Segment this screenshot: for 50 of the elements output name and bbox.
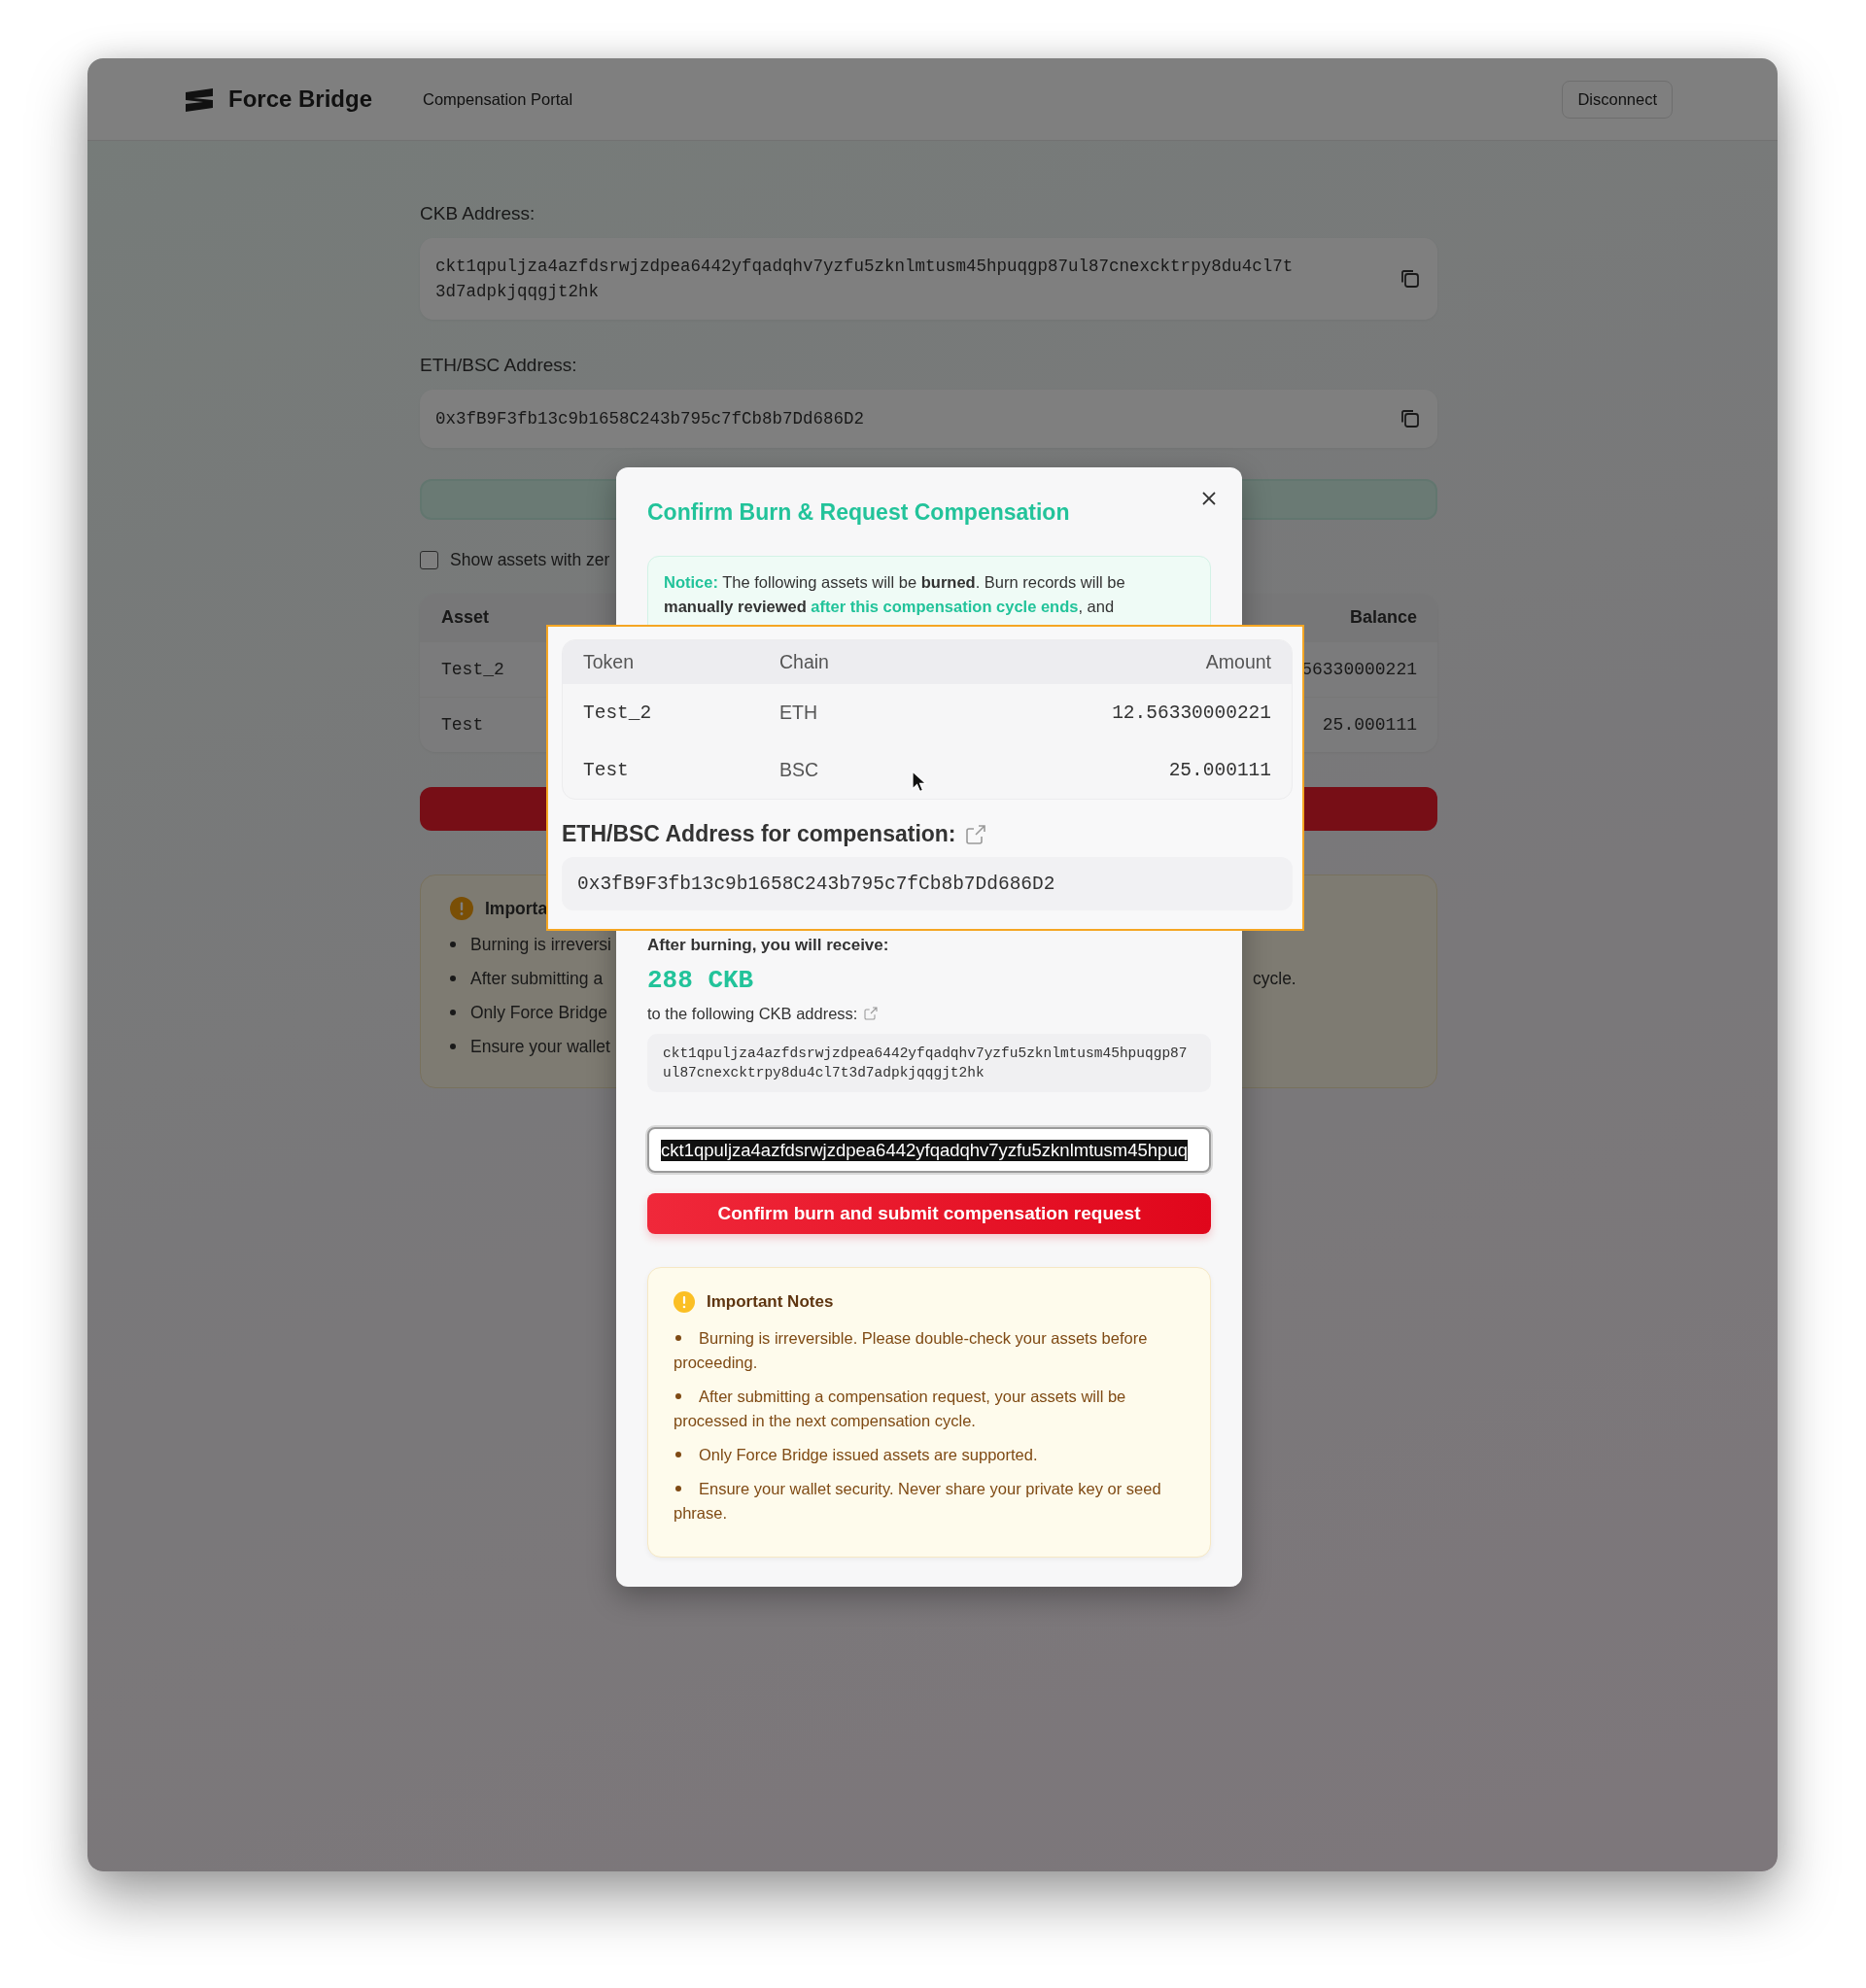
field-label: CKB Address:: [420, 203, 536, 224]
close-icon[interactable]: [1201, 491, 1217, 506]
confirm-button[interactable]: Confirm burn and submit compensation request: [647, 1193, 1211, 1234]
table-cell: 25.000111: [1322, 715, 1417, 735]
nav-link[interactable]: Compensation Portal: [423, 89, 573, 109]
note-text: Only Force Bridge issued assets are supported.: [674, 1443, 1185, 1467]
column-header: Chain: [779, 651, 830, 673]
notice-text: Notice: The following assets will be burned. Burn records will be manually reviewed after this compensation cycle ends, and: [664, 572, 1126, 617]
checkbox[interactable]: [420, 551, 438, 569]
table-cell-text: Test_2: [583, 702, 653, 724]
address-label: to the following CKB address:: [647, 1004, 858, 1024]
external-link-icon[interactable]: [863, 1006, 880, 1021]
column-header: Asset: [441, 607, 490, 628]
receive-label: After burning, you will receive:: [647, 935, 890, 956]
address-field: 0x3fB9F3fb13c9b1658C243b795c7fCb8b7Dd686D2: [562, 857, 1293, 910]
note-text: cycle.: [1253, 969, 1296, 989]
checkbox-label: Show assets with zer: [450, 550, 610, 570]
column-header: Balance: [1349, 607, 1417, 628]
note-text: Burning is irreversible. Please double-check your assets before proceeding.: [674, 1326, 1185, 1375]
address-field: ckt1qpuljza4azfdsrwjzdpea6442yfqadqhv7yzfu5zknlmtusm45hpuqgp87ul87cnexcktrpy8du4cl7t3d7adpkjqqgjt2hk: [647, 1034, 1211, 1092]
address-input-field[interactable]: ckt1qpuljza4azfdsrwjzdpea6442yfqadqhv7yzfu5zknlmtusm45hpuq: [647, 1127, 1211, 1173]
warning-icon: [674, 1291, 695, 1313]
address-field: 0x3fB9F3fb13c9b1658C243b795c7fCb8b7Dd686D2: [420, 390, 1437, 448]
table-cell: 56330000221: [1301, 660, 1417, 679]
pointer-cursor-icon: [912, 771, 927, 794]
field-label: ETH/BSC Address:: [420, 355, 578, 376]
external-link-icon[interactable]: [963, 822, 987, 846]
notes-title: Important Notes: [707, 1292, 834, 1312]
column-header: Amount: [1204, 651, 1271, 673]
flag-logo-icon: [184, 86, 215, 112]
copy-icon[interactable]: [1399, 267, 1422, 291]
table-cell-text: 25.000111: [1167, 759, 1271, 781]
table-cell-text: BSC: [779, 759, 820, 781]
copy-icon[interactable]: [1399, 407, 1422, 430]
address-label: ETH/BSC Address for compensation:: [562, 821, 956, 847]
table-cell: Test_2: [441, 660, 504, 679]
brand-name: Force Bridge: [228, 86, 373, 113]
disconnect-button[interactable]: Disconnect: [1562, 80, 1673, 119]
notes-title: Importa: [485, 898, 548, 919]
table-cell-text: Test: [583, 759, 630, 781]
address-field: ckt1qpuljza4azfdsrwjzdpea6442yfqadqhv7yzfu5zknlmtusm45hpuqgp87ul87cnexcktrpy8du4cl7t3d7adpkjqqgjt2hk: [420, 238, 1437, 320]
dialog-title: Confirm Burn & Request Compensation: [647, 498, 1071, 527]
table-cell-text: ETH: [779, 702, 818, 724]
note-text: After submitting a compensation request, your assets will be processed in the next compensation cycle.: [674, 1385, 1185, 1433]
table-cell-text: 12.56330000221: [1111, 702, 1271, 724]
warning-icon: [450, 897, 473, 920]
table-cell: Test: [441, 715, 484, 735]
column-header: Token: [583, 651, 636, 673]
receive-amount: 288 CKB: [647, 966, 755, 995]
note-text: Ensure your wallet security. Never share your private key or seed phrase.: [674, 1477, 1185, 1525]
